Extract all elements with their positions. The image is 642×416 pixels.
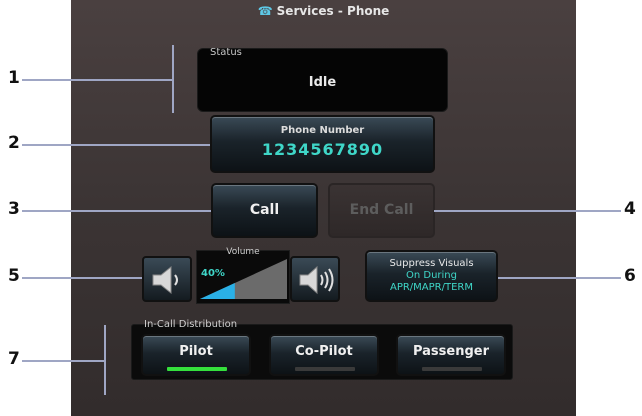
suppress-visuals-line3: APR/MAPR/TERM bbox=[389, 282, 473, 293]
suppress-visuals-line2: On During bbox=[405, 270, 457, 281]
callout-bracket-7 bbox=[104, 325, 106, 395]
volume-slider[interactable]: Volume 40% bbox=[196, 247, 290, 304]
passenger-button-label: Passenger bbox=[412, 344, 490, 359]
passenger-button[interactable]: Passenger bbox=[396, 334, 506, 376]
in-call-distribution-label: In-Call Distribution bbox=[144, 319, 238, 330]
volume-up-button[interactable] bbox=[290, 256, 340, 302]
callout-bracket-1 bbox=[172, 45, 174, 113]
callout-5: 5 bbox=[8, 266, 20, 286]
phone-number-button[interactable]: Phone Number 1234567890 bbox=[210, 115, 435, 173]
callout-6: 6 bbox=[624, 266, 636, 286]
callout-4: 4 bbox=[624, 199, 636, 219]
phone-services-screen: ☎ Services - Phone Status Idle Phone Numb… bbox=[71, 0, 576, 416]
callout-3: 3 bbox=[8, 199, 20, 219]
pilot-button[interactable]: Pilot bbox=[141, 334, 251, 376]
speaker-low-icon bbox=[152, 265, 178, 295]
callout-line-7 bbox=[22, 360, 104, 362]
co-pilot-button[interactable]: Co-Pilot bbox=[269, 334, 379, 376]
passenger-active-indicator bbox=[422, 367, 482, 371]
pilot-active-indicator bbox=[167, 367, 227, 371]
window-title-text: Services - Phone bbox=[276, 4, 390, 18]
callout-1: 1 bbox=[8, 68, 20, 88]
suppress-visuals-line1: Suppress Visuals bbox=[389, 258, 474, 269]
callout-line-4 bbox=[434, 210, 621, 212]
volume-ramp bbox=[200, 259, 287, 299]
callout-7: 7 bbox=[8, 349, 20, 369]
phone-number-label: Phone Number bbox=[280, 125, 365, 136]
callout-2: 2 bbox=[8, 133, 20, 153]
co-pilot-active-indicator bbox=[295, 367, 355, 371]
in-call-distribution-group: In-Call Distribution Pilot Co-Pilot Pass… bbox=[131, 319, 513, 380]
status-value: Idle bbox=[308, 75, 337, 90]
suppress-visuals-button[interactable]: Suppress Visuals On During APR/MAPR/TERM bbox=[365, 250, 498, 302]
speaker-high-icon bbox=[299, 265, 334, 295]
pilot-button-label: Pilot bbox=[179, 344, 213, 359]
status-label: Status bbox=[210, 47, 242, 58]
callout-line-5 bbox=[22, 277, 142, 279]
phone-number-value: 1234567890 bbox=[261, 140, 384, 159]
status-display: Status Idle bbox=[197, 47, 448, 112]
phone-icon: ☎ bbox=[257, 4, 273, 18]
callout-line-2 bbox=[22, 144, 210, 146]
call-button[interactable]: Call bbox=[211, 183, 318, 238]
co-pilot-button-label: Co-Pilot bbox=[295, 344, 353, 359]
callout-line-6 bbox=[498, 277, 621, 279]
callout-line-1 bbox=[22, 79, 173, 81]
window-title: ☎ Services - Phone bbox=[71, 4, 576, 18]
end-call-button[interactable]: End Call bbox=[328, 183, 435, 238]
volume-down-button[interactable] bbox=[142, 256, 192, 302]
callout-line-3 bbox=[22, 210, 211, 212]
